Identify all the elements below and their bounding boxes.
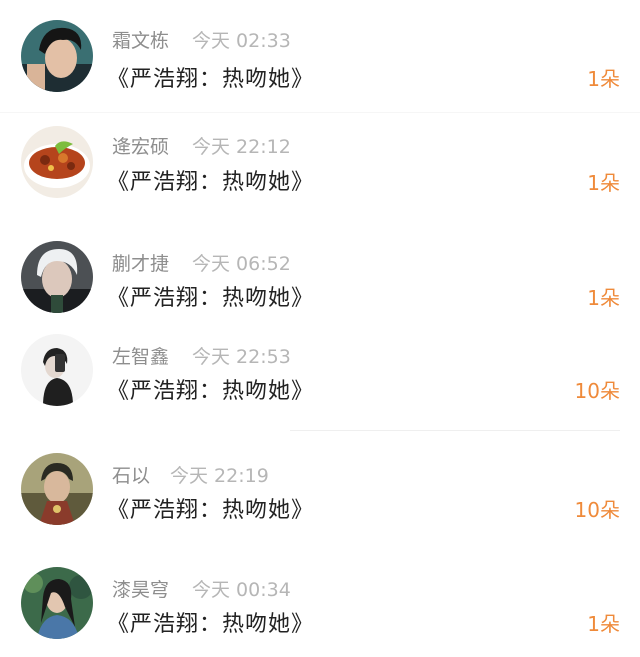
flower-count: 10朵 — [574, 379, 620, 403]
flower-count: 10朵 — [574, 498, 620, 522]
flower-count: 1朵 — [587, 171, 620, 195]
male-portrait-avatar[interactable] — [21, 20, 93, 92]
user-name: 左智鑫 — [112, 346, 170, 368]
user-name: 石以 — [112, 465, 151, 487]
list-item[interactable]: 霜文栋 今天 02:33 《严浩翔：热吻她》 1朵 — [0, 10, 640, 110]
white-hair-avatar[interactable] — [21, 241, 93, 313]
timestamp: 今天 22:19 — [170, 465, 269, 487]
flower-count: 1朵 — [587, 286, 620, 310]
timestamp: 今天 02:33 — [192, 30, 291, 52]
user-name: 霜文栋 — [112, 30, 170, 52]
divider — [290, 430, 620, 431]
list-item[interactable]: 左智鑫 今天 22:53 《严浩翔：热吻她》 10朵 — [0, 324, 640, 424]
food-bowl-avatar[interactable] — [21, 126, 93, 198]
list-item[interactable]: 漆昊穹 今天 00:34 《严浩翔：热吻她》 1朵 — [0, 557, 640, 657]
mirror-selfie-avatar[interactable] — [21, 334, 93, 406]
timestamp: 今天 22:12 — [192, 136, 291, 158]
gift-title: 《严浩翔：热吻她》 — [107, 379, 315, 404]
gift-title: 《严浩翔：热吻她》 — [107, 67, 315, 92]
divider — [0, 112, 640, 113]
flower-count: 1朵 — [587, 612, 620, 636]
user-name: 逄宏硕 — [112, 136, 170, 158]
flower-count: 1朵 — [587, 67, 620, 91]
user-name: 漆昊穹 — [112, 579, 170, 601]
user-name: 蒯才捷 — [112, 253, 170, 275]
gift-title: 《严浩翔：热吻她》 — [107, 612, 315, 637]
garden-portrait-avatar[interactable] — [21, 567, 93, 639]
timestamp: 今天 00:34 — [192, 579, 291, 601]
gift-title: 《严浩翔：热吻她》 — [107, 286, 315, 311]
list-item[interactable]: 逄宏硕 今天 22:12 《严浩翔：热吻她》 1朵 — [0, 116, 640, 216]
gift-title: 《严浩翔：热吻她》 — [107, 498, 315, 523]
list-item[interactable]: 蒯才捷 今天 06:52 《严浩翔：热吻她》 1朵 — [0, 231, 640, 331]
timestamp: 今天 22:53 — [192, 346, 291, 368]
gift-title: 《严浩翔：热吻她》 — [107, 170, 315, 195]
list-item[interactable]: 石以 今天 22:19 《严浩翔：热吻她》 10朵 — [0, 443, 640, 543]
timestamp: 今天 06:52 — [192, 253, 291, 275]
costume-portrait-avatar[interactable] — [21, 453, 93, 525]
